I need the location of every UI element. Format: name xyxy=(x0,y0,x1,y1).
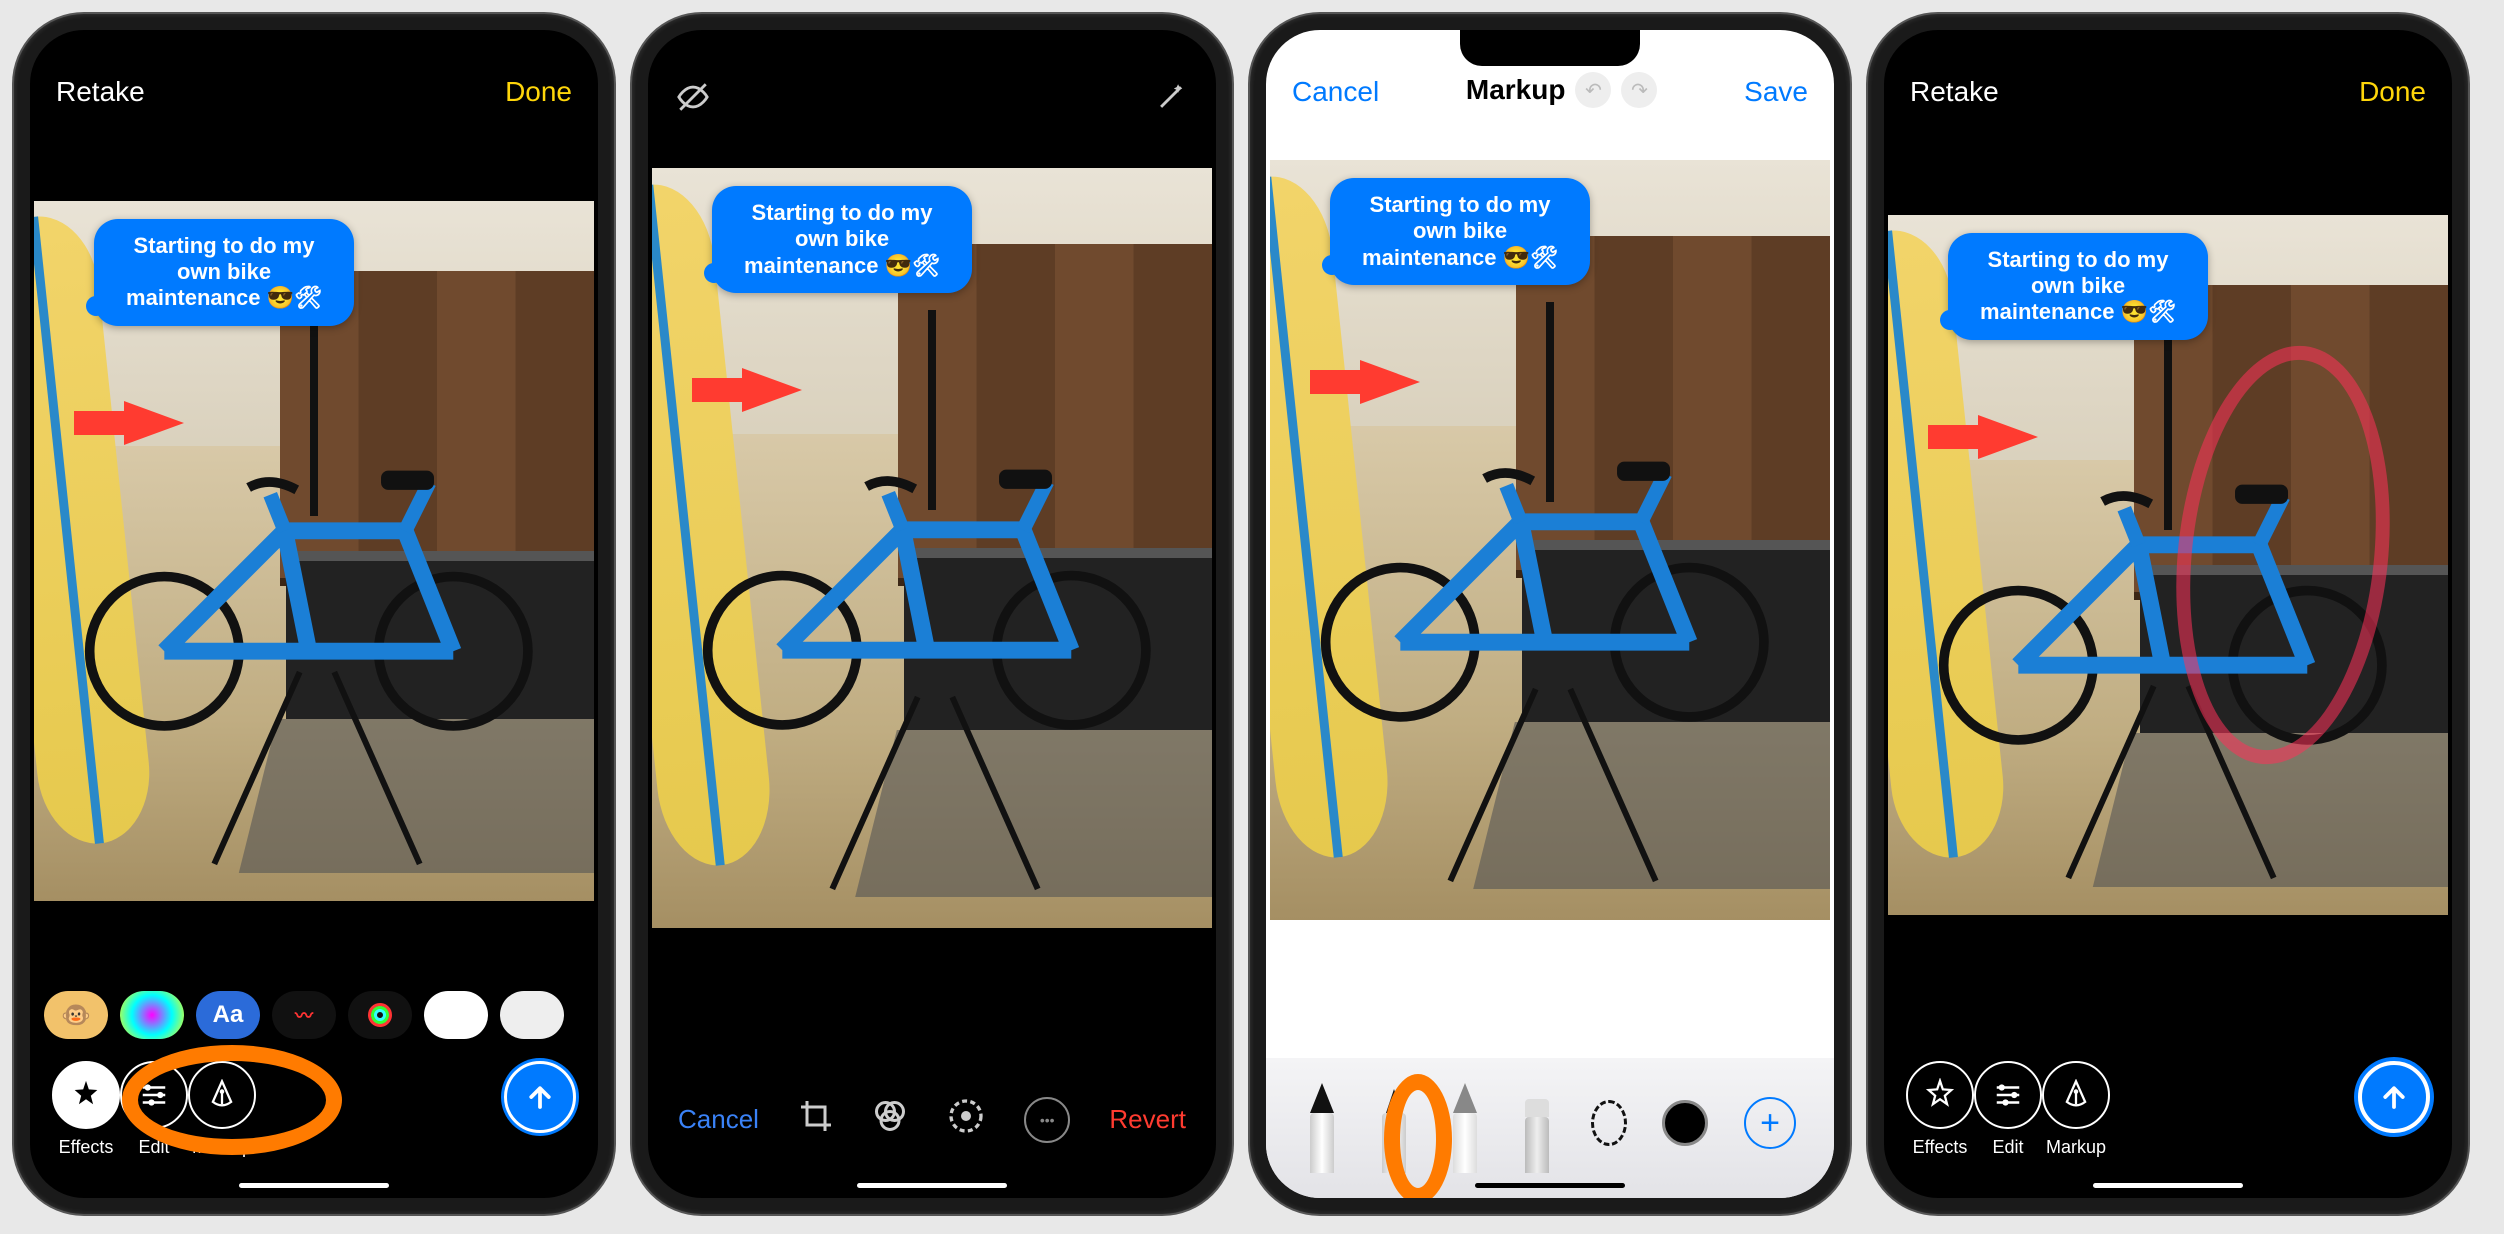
app-icon-7[interactable] xyxy=(500,991,564,1039)
effects-label: Effects xyxy=(1913,1137,1968,1158)
notch xyxy=(842,30,1022,66)
photos-edit-screen: Starting to do my own bike maintenance 😎… xyxy=(648,30,1216,1198)
arrow-sticker xyxy=(742,368,802,412)
home-indicator[interactable] xyxy=(1475,1183,1625,1188)
markup-title: Markup xyxy=(1466,74,1566,106)
photo-canvas[interactable]: Starting to do my own bike maintenance 😎… xyxy=(1266,160,1834,920)
top-icon-row xyxy=(648,80,1216,119)
edit-button[interactable]: Edit xyxy=(1974,1061,2042,1158)
color-picker[interactable] xyxy=(1662,1100,1708,1146)
messages-photo-review-screen-2: Retake Done Starting to do my own bike m… xyxy=(1884,30,2452,1198)
photo-content: Starting to do my own bike maintenance 😎… xyxy=(34,201,594,901)
markup-editor-screen: Cancel Markup ↶ ↷ Save Starting to do my… xyxy=(1266,30,1834,1198)
photo-canvas[interactable]: Starting to do my own bike maintenance 😎… xyxy=(30,116,598,985)
text-app-icon[interactable]: Aa xyxy=(196,991,260,1039)
done-button[interactable]: Done xyxy=(505,76,572,108)
markup-label: Markup xyxy=(2046,1137,2106,1158)
notch xyxy=(2078,30,2258,66)
edit-label: Edit xyxy=(1992,1137,2023,1158)
eraser-tool[interactable] xyxy=(1519,1073,1555,1173)
tool-row: Effects Edit Markup xyxy=(30,1053,598,1198)
magic-wand-icon[interactable] xyxy=(1154,80,1188,119)
speech-bubble: Starting to do my own bike maintenance 😎… xyxy=(1330,178,1590,285)
speech-bubble[interactable]: Starting to do my own bike maintenance 😎… xyxy=(94,219,354,326)
app-icon-6[interactable] xyxy=(424,991,488,1039)
done-button[interactable]: Done xyxy=(2359,76,2426,108)
revert-button[interactable]: Revert xyxy=(1109,1104,1186,1135)
phone-frame-2: Starting to do my own bike maintenance 😎… xyxy=(632,14,1232,1214)
photo-content: Starting to do my own bike maintenance 😎… xyxy=(652,168,1212,928)
phone-frame-1: Retake Done Sta xyxy=(14,14,614,1214)
filters-icon[interactable] xyxy=(872,1098,908,1141)
markup-button[interactable]: Markup xyxy=(2042,1061,2110,1158)
markup-toolbar: + xyxy=(1266,1058,1834,1198)
retake-button[interactable]: Retake xyxy=(1910,76,1999,108)
speech-bubble: Starting to do my own bike maintenance 😎… xyxy=(712,186,972,293)
lasso-tool[interactable] xyxy=(1591,1073,1627,1173)
speech-bubble[interactable]: Starting to do my own bike maintenance 😎… xyxy=(1948,233,2208,340)
filters-app-icon[interactable] xyxy=(120,991,184,1039)
send-button[interactable] xyxy=(504,1061,576,1133)
effects-label: Effects xyxy=(59,1137,114,1158)
tool-row: Effects Edit Markup xyxy=(1884,1021,2452,1198)
photo-canvas[interactable]: Starting to do my own bike maintenance 😎… xyxy=(1884,116,2452,1013)
activity-app-icon[interactable] xyxy=(348,991,412,1039)
imessage-apps-row[interactable]: 🐵 Aa 〰 xyxy=(30,985,598,1045)
photo-content: Starting to do my own bike maintenance 😎… xyxy=(1888,215,2448,915)
marker-tool[interactable] xyxy=(1376,1073,1412,1173)
pencil-tool[interactable] xyxy=(1447,1073,1483,1173)
redo-button[interactable]: ↷ xyxy=(1621,72,1657,108)
undo-button[interactable]: ↶ xyxy=(1575,72,1611,108)
notch xyxy=(1460,30,1640,66)
hide-icon[interactable] xyxy=(676,80,710,119)
edit-toolbar: Cancel ••• Revert xyxy=(648,1066,1216,1198)
photo-content: Starting to do my own bike maintenance 😎… xyxy=(1270,160,1830,920)
effects-button[interactable]: Effects xyxy=(52,1061,120,1158)
home-indicator[interactable] xyxy=(857,1183,1007,1188)
home-indicator[interactable] xyxy=(2093,1183,2243,1188)
arrow-sticker xyxy=(1360,360,1420,404)
photo-canvas[interactable]: Starting to do my own bike maintenance 😎… xyxy=(648,30,1216,1066)
arrow-sticker[interactable] xyxy=(124,401,184,445)
pen-tip-icon xyxy=(2062,1079,2090,1111)
home-indicator[interactable] xyxy=(239,1183,389,1188)
sliders-icon xyxy=(139,1080,169,1110)
messages-photo-review-screen: Retake Done Sta xyxy=(30,30,598,1198)
effects-button[interactable]: Effects xyxy=(1906,1061,1974,1158)
save-button[interactable]: Save xyxy=(1744,76,1808,108)
send-button[interactable] xyxy=(2358,1061,2430,1133)
notch xyxy=(224,30,404,66)
cancel-button[interactable]: Cancel xyxy=(1292,76,1379,108)
arrow-up-icon xyxy=(2379,1082,2409,1112)
adjust-icon[interactable] xyxy=(946,1096,986,1143)
pen-tool[interactable] xyxy=(1304,1073,1340,1173)
arrow-sticker[interactable] xyxy=(1978,415,2038,459)
animoji-app-icon[interactable]: 🐵 xyxy=(44,991,108,1039)
phone-frame-4: Retake Done Starting to do my own bike m… xyxy=(1868,14,2468,1214)
arrow-up-icon xyxy=(525,1082,555,1112)
markup-label: Markup xyxy=(192,1137,252,1158)
cancel-button[interactable]: Cancel xyxy=(678,1104,759,1135)
phone-frame-3: Cancel Markup ↶ ↷ Save Starting to do my… xyxy=(1250,14,1850,1214)
star-icon xyxy=(69,1078,103,1112)
add-button[interactable]: + xyxy=(1744,1097,1796,1149)
pen-tip-icon xyxy=(208,1079,236,1111)
digital-touch-app-icon[interactable]: 〰 xyxy=(272,991,336,1039)
retake-button[interactable]: Retake xyxy=(56,76,145,108)
more-icon[interactable]: ••• xyxy=(1024,1097,1070,1143)
star-icon xyxy=(1923,1078,1957,1112)
markup-button[interactable]: Markup xyxy=(188,1061,256,1158)
edit-label: Edit xyxy=(138,1137,169,1158)
edit-button[interactable]: Edit xyxy=(120,1061,188,1158)
crop-icon[interactable] xyxy=(798,1098,834,1141)
sliders-icon xyxy=(1993,1080,2023,1110)
